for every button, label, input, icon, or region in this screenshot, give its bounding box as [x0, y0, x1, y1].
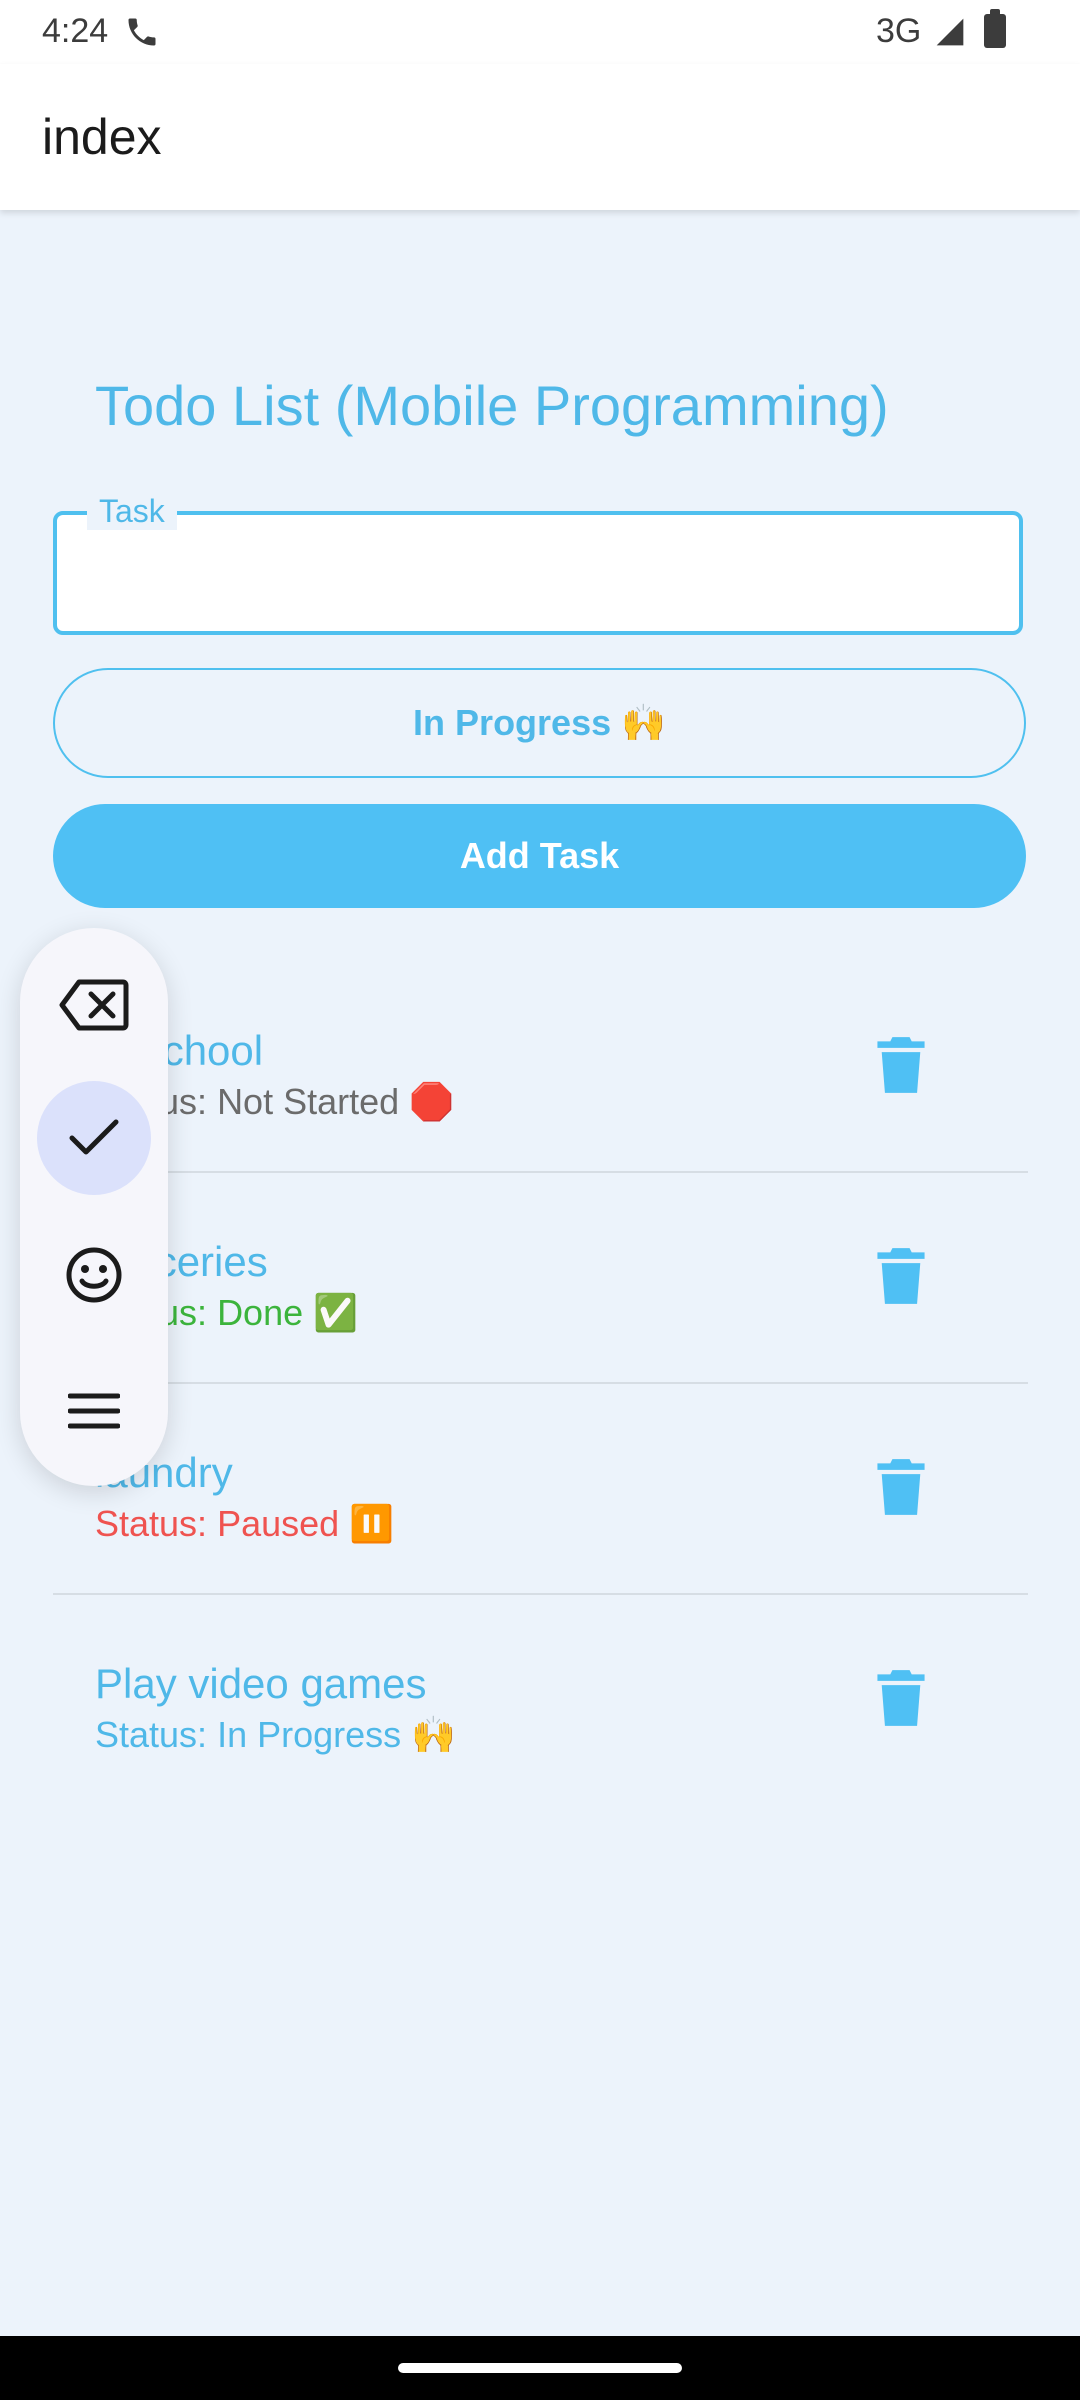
menu-button[interactable]: [37, 1354, 151, 1468]
check-button[interactable]: [37, 1081, 151, 1195]
trash-icon[interactable]: [875, 1457, 927, 1517]
add-task-button[interactable]: Add Task: [53, 804, 1026, 908]
backspace-icon: [59, 979, 129, 1031]
task-name: Play video games: [95, 1660, 427, 1707]
menu-icon: [68, 1393, 120, 1429]
network-type: 3G: [876, 12, 922, 50]
task-status: Status: In Progress 🙌: [95, 1714, 456, 1755]
task-item[interactable]: groceries Status: Done ✅: [53, 1174, 1028, 1384]
app-title: index: [42, 109, 162, 165]
task-item[interactable]: to school Status: Not Started 🛑: [53, 963, 1028, 1173]
task-field-label: Task: [87, 493, 177, 530]
status-bar: 4:24 3G: [0, 0, 1080, 64]
phone-icon: [128, 18, 156, 46]
home-gesture-pill[interactable]: [398, 2363, 682, 2373]
task-status: Status: Paused ⏸️: [95, 1503, 394, 1544]
task-field[interactable]: Task: [53, 493, 1023, 635]
signal-icon: [936, 18, 964, 46]
app-bar: index: [0, 64, 1080, 210]
task-divider: [53, 1593, 1028, 1595]
task-item[interactable]: laundry Status: Paused ⏸️: [53, 1385, 1028, 1595]
trash-icon[interactable]: [875, 1246, 927, 1306]
task-input[interactable]: [81, 535, 985, 613]
backspace-button[interactable]: [37, 948, 151, 1062]
task-item[interactable]: Play video games Status: In Progress 🙌: [53, 1596, 1028, 1806]
trash-icon[interactable]: [875, 1668, 927, 1728]
task-divider: [53, 1382, 1028, 1384]
battery-icon: [984, 9, 1006, 48]
page-title: Todo List (Mobile Programming): [95, 374, 889, 437]
status-time: 4:24: [42, 12, 109, 50]
system-nav-bar: [0, 2336, 1080, 2400]
emoji-icon: [66, 1247, 122, 1303]
keyboard-toolbar: [20, 928, 168, 1486]
status-selector-button[interactable]: In Progress 🙌: [53, 668, 1026, 778]
emoji-button[interactable]: [37, 1218, 151, 1332]
status-selector-label: In Progress 🙌: [413, 702, 666, 743]
add-task-label: Add Task: [459, 835, 620, 876]
trash-icon[interactable]: [875, 1035, 927, 1095]
task-divider: [53, 1171, 1028, 1173]
check-icon: [69, 1119, 119, 1155]
